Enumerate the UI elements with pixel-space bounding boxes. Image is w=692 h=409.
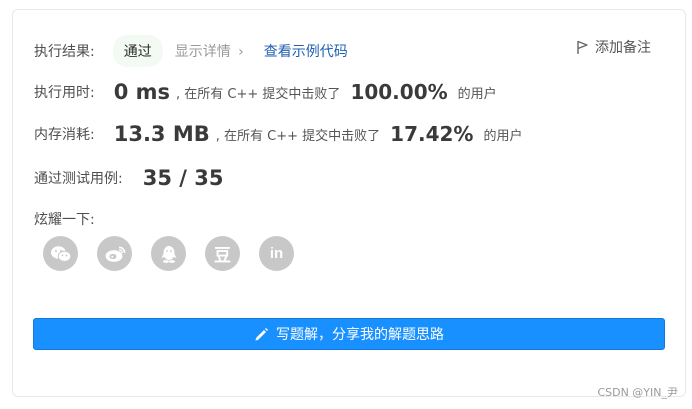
tests-row: 通过测试用例: 35 / 35 — [34, 166, 223, 190]
weibo-icon[interactable] — [97, 236, 132, 271]
qq-icon[interactable] — [151, 236, 186, 271]
runtime-beat-text: , 在所有 C++ 提交中击败了 — [176, 86, 341, 102]
chevron-right-icon: › — [238, 44, 244, 60]
result-row: 执行结果: 通过 显示详情 › 查看示例代码 — [34, 35, 348, 67]
show-details-label: 显示详情 — [174, 44, 231, 60]
runtime-value: 0 ms — [113, 80, 171, 104]
runtime-label: 执行用时: — [34, 85, 95, 101]
runtime-suffix: 的用户 — [457, 86, 497, 102]
linkedin-icon[interactable]: in — [259, 236, 294, 271]
write-solution-button[interactable]: 写题解，分享我的解题思路 — [33, 318, 665, 350]
share-row-label: 炫耀一下: — [34, 209, 95, 229]
memory-percent: 17.42% — [390, 122, 474, 146]
result-label: 执行结果: — [34, 44, 95, 60]
watermark: CSDN @YIN_尹 — [597, 386, 678, 399]
flag-icon — [577, 40, 588, 54]
result-card: 执行结果: 通过 显示详情 › 查看示例代码 添加备注 执行用时: 0 ms ,… — [12, 9, 686, 397]
runtime-percent: 100.00% — [350, 80, 448, 104]
add-note-button[interactable]: 添加备注 — [576, 37, 651, 57]
view-example-code-link[interactable]: 查看示例代码 — [264, 41, 348, 61]
pencil-icon — [255, 327, 268, 340]
runtime-row: 执行用时: 0 ms , 在所有 C++ 提交中击败了 100.00% 的用户 — [34, 80, 497, 104]
memory-beat-text: , 在所有 C++ 提交中击败了 — [215, 128, 381, 144]
memory-label: 内存消耗: — [34, 127, 95, 143]
tests-value: 35 / 35 — [142, 166, 224, 190]
douban-icon[interactable]: 豆 — [205, 236, 240, 271]
memory-suffix: 的用户 — [483, 128, 523, 144]
memory-value: 13.3 MB — [113, 122, 210, 146]
add-note-label: 添加备注 — [595, 40, 651, 56]
share-label: 炫耀一下: — [34, 212, 95, 228]
wechat-icon[interactable] — [43, 236, 78, 271]
submission-result-page: 执行结果: 通过 显示详情 › 查看示例代码 添加备注 执行用时: 0 ms ,… — [0, 0, 692, 409]
show-details-link[interactable]: 显示详情 › — [175, 41, 244, 61]
tests-label: 通过测试用例: — [34, 171, 123, 187]
memory-row: 内存消耗: 13.3 MB , 在所有 C++ 提交中击败了 17.42% 的用… — [34, 122, 522, 146]
status-badge: 通过 — [112, 35, 163, 67]
share-icons: 豆 in — [43, 236, 313, 271]
write-solution-label: 写题解，分享我的解题思路 — [276, 327, 444, 343]
